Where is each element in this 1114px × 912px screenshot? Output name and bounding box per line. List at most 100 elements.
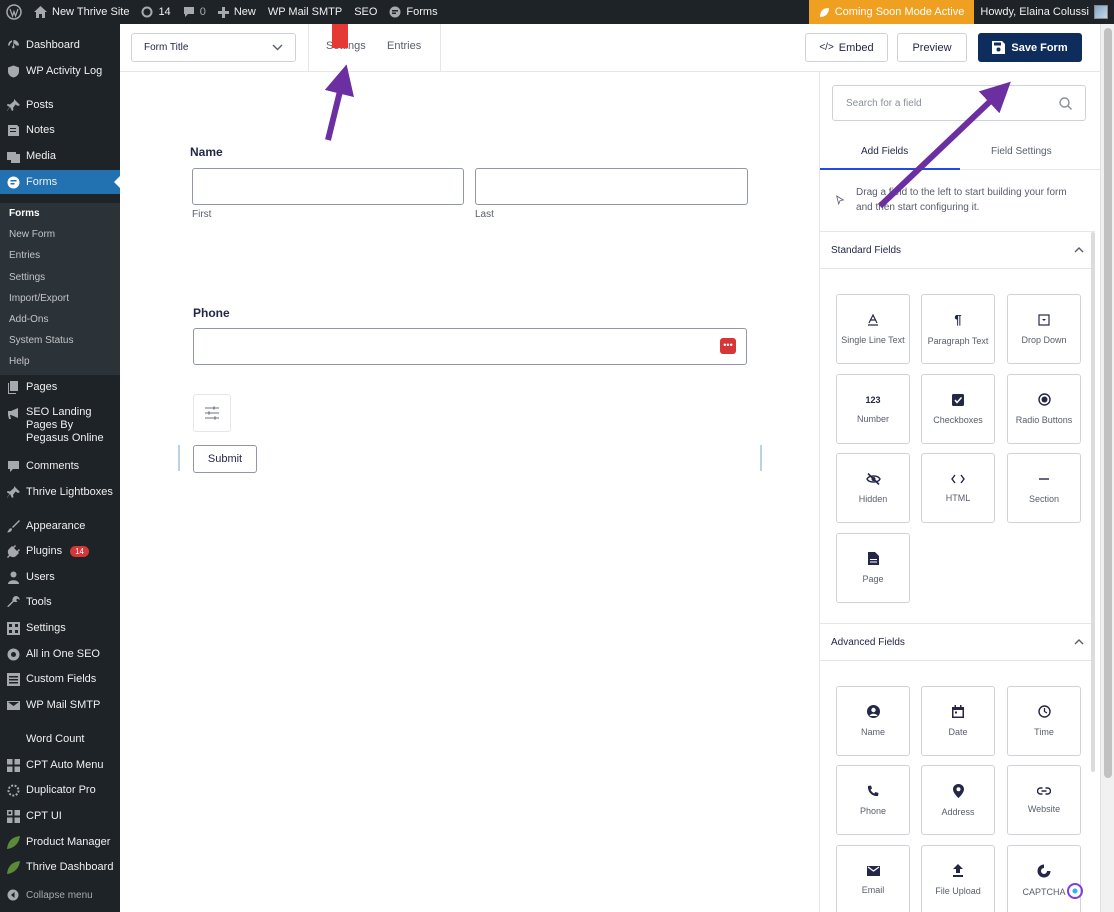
appearance-icon (6, 519, 20, 533)
drag-hint: Drag a field to the left to start buildi… (836, 185, 1081, 215)
sidebar-item-thrive-dashboard[interactable]: Thrive Dashboard (0, 860, 120, 874)
seo-link[interactable]: SEO (348, 0, 383, 24)
sidebar-item-forms[interactable]: Forms (0, 170, 120, 194)
sidebar-item-custom-fields[interactable]: Custom Fields (0, 672, 120, 686)
sidebar-item-thrive-lightboxes[interactable]: Thrive Lightboxes (0, 485, 120, 499)
collapse-menu-button[interactable]: Collapse menu (0, 888, 120, 902)
field-single-line-text[interactable]: Single Line Text (836, 294, 910, 364)
save-form-label: Save Form (1011, 41, 1068, 54)
sidebar-item-product-manager[interactable]: Product Manager (0, 835, 120, 849)
field-address[interactable]: Address (921, 765, 995, 835)
link-icon (1037, 786, 1051, 795)
field-html[interactable]: HTML (921, 453, 995, 523)
wp-mail-smtp-link[interactable]: WP Mail SMTP (262, 0, 348, 24)
comments-link[interactable]: 0 (177, 0, 212, 24)
sidebar-item-tools[interactable]: Tools (0, 595, 120, 609)
new-content-link[interactable]: New (212, 0, 262, 24)
submenu-entries[interactable]: Entries (9, 250, 40, 261)
field-label: CAPTCHA (1022, 886, 1066, 897)
sidebar-item-duplicator-pro[interactable]: Duplicator Pro (0, 783, 120, 797)
tab-entries[interactable]: Entries (387, 40, 421, 52)
phone-input[interactable]: ••• (193, 328, 747, 365)
page-scroll-thumb[interactable] (1104, 28, 1112, 778)
sidebar-item-all-in-one-seo[interactable]: All in One SEO (0, 647, 120, 661)
cptui-icon (6, 809, 20, 823)
submit-button[interactable]: Submit (193, 445, 257, 473)
submenu-settings[interactable]: Settings (9, 272, 45, 283)
sidebar-item-label: Thrive Dashboard (26, 861, 114, 873)
field-captcha[interactable]: CAPTCHA (1007, 845, 1081, 912)
sidebar-item-notes[interactable]: Notes (0, 123, 120, 137)
forms-link[interactable]: Forms (383, 0, 443, 24)
sidebar-item-pages[interactable]: Pages (0, 380, 120, 394)
field-date[interactable]: Date (921, 686, 995, 756)
submenu-forms[interactable]: Forms (9, 208, 40, 219)
search-placeholder: Search for a field (846, 97, 922, 109)
field-checkboxes[interactable]: Checkboxes (921, 374, 995, 444)
more-options-icon[interactable]: ••• (720, 338, 736, 354)
advanced-fields-header[interactable]: Advanced Fields (820, 623, 1095, 661)
sidebar-item-wp-activity-log[interactable]: WP Activity Log (0, 64, 120, 78)
field-number[interactable]: 123 Number (836, 374, 910, 444)
site-name-link[interactable]: New Thrive Site (28, 0, 135, 24)
preview-button[interactable]: Preview (897, 33, 967, 62)
sidebar-item-cpt-ui[interactable]: CPT UI (0, 809, 120, 823)
tab-add-fields[interactable]: Add Fields (861, 146, 908, 157)
field-section[interactable]: Section (1007, 453, 1081, 523)
field-drop-down[interactable]: Drop Down (1007, 294, 1081, 364)
sidebar-item-word-count[interactable]: Word Count (0, 732, 120, 746)
submenu-system-status[interactable]: System Status (9, 335, 73, 346)
wordpress-logo-icon[interactable] (0, 0, 28, 24)
page-scrollbar[interactable] (1100, 24, 1114, 912)
sidebar-item-media[interactable]: Media (0, 149, 120, 163)
sidebar-item-dashboard[interactable]: Dashboard (0, 38, 120, 52)
assistant-bubble-icon[interactable] (1066, 882, 1084, 900)
sidebar-item-appearance[interactable]: Appearance (0, 519, 120, 533)
sidebar-item-cpt-auto-menu[interactable]: CPT Auto Menu (0, 758, 120, 772)
advanced-fields-title: Advanced Fields (831, 636, 905, 648)
sidebar-item-comments[interactable]: Comments (0, 459, 120, 473)
field-email[interactable]: Email (836, 845, 910, 912)
field-paragraph-text[interactable]: ¶ Paragraph Text (921, 294, 995, 364)
submenu-new-form[interactable]: New Form (9, 229, 55, 240)
field-time[interactable]: Time (1007, 686, 1081, 756)
embed-button[interactable]: </> Embed (805, 33, 888, 62)
standard-fields-header[interactable]: Standard Fields (820, 231, 1095, 269)
field-search-input[interactable]: Search for a field (832, 85, 1086, 121)
sidebar-item-settings[interactable]: Settings (0, 621, 120, 635)
sidebar-item-label: Thrive Lightboxes (26, 486, 113, 498)
field-page[interactable]: Page (836, 533, 910, 603)
submenu-help[interactable]: Help (9, 356, 30, 367)
field-radio-buttons[interactable]: Radio Buttons (1007, 374, 1081, 444)
sidebar-item-plugins[interactable]: Plugins 14 (0, 544, 120, 558)
pilcrow-icon: ¶ (954, 312, 962, 327)
sidebar-item-posts[interactable]: Posts (0, 98, 120, 112)
submenu-add-ons[interactable]: Add-Ons (9, 314, 48, 325)
field-phone[interactable]: Phone (836, 765, 910, 835)
form-title-dropdown[interactable]: Form Title (131, 33, 296, 62)
media-icon (6, 149, 20, 163)
field-file-upload[interactable]: File Upload (921, 845, 995, 912)
field-website[interactable]: Website (1007, 765, 1081, 835)
field-name[interactable]: Name (836, 686, 910, 756)
updates-link[interactable]: 14 (135, 0, 176, 24)
megaphone-icon (6, 406, 20, 420)
panel-scrollbar[interactable] (1091, 232, 1095, 772)
field-label: Hidden (858, 493, 888, 504)
home-icon (34, 6, 47, 18)
sidebar-item-seo-landing-pages[interactable]: SEO Landing Pages By Pegasus Online (0, 406, 120, 445)
save-form-button[interactable]: Save Form (978, 33, 1082, 62)
sidebar-item-users[interactable]: Users (0, 570, 120, 584)
user-account-link[interactable]: Howdy, Elaina Colussi (974, 0, 1114, 24)
preview-label: Preview (912, 41, 952, 54)
first-name-input[interactable] (192, 168, 464, 205)
last-name-input[interactable] (475, 168, 748, 205)
submenu-import-export[interactable]: Import/Export (9, 293, 69, 304)
field-hidden[interactable]: Hidden (836, 453, 910, 523)
checkbox-icon (952, 393, 964, 406)
tab-field-settings[interactable]: Field Settings (991, 146, 1052, 157)
sidebar-item-wp-mail-smtp[interactable]: WP Mail SMTP (0, 698, 120, 712)
field-settings-button[interactable] (193, 394, 231, 432)
coming-soon-badge[interactable]: Coming Soon Mode Active (808, 0, 975, 24)
sidebar-item-label: Appearance (26, 520, 86, 532)
